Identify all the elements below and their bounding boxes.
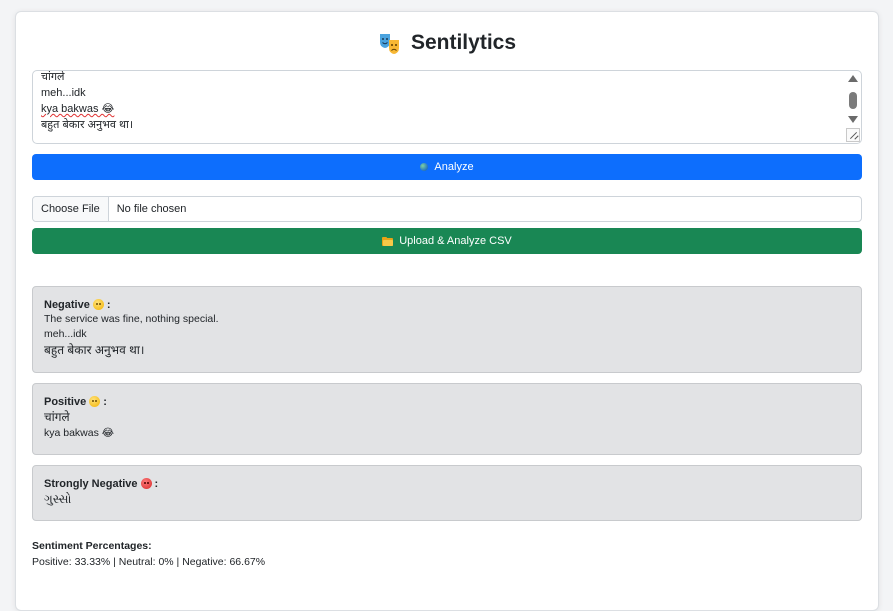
result-label: Positive [44, 395, 87, 408]
input-line-text: kya bakwas 😂 [41, 103, 115, 115]
app-title: Sentilytics [410, 31, 517, 54]
colon: : [103, 395, 107, 408]
colon: : [106, 298, 111, 311]
folder-icon [382, 236, 394, 246]
choose-file-button[interactable]: Choose File [33, 197, 109, 221]
result-heading: Strongly Negative : [44, 476, 850, 491]
result-strongly-negative: Strongly Negative : ગુસ્સો [32, 465, 862, 521]
input-line: बहुत बेकार अनुभव था। [41, 119, 134, 131]
text-input-area[interactable]: चांगले meh...idk kya bakwas 😂 बहुत बेकार… [32, 70, 862, 144]
csv-file-input[interactable]: Choose File No file chosen [32, 196, 862, 222]
neutral-face-icon [92, 299, 104, 310]
result-item: ગુસ્સો [44, 492, 72, 506]
app-header: Sentilytics [16, 30, 878, 56]
result-label: Negative [44, 298, 90, 311]
result-heading: Positive : [44, 394, 850, 409]
textarea-scrollbar[interactable] [845, 71, 861, 129]
result-negative: Negative : The service was fine, nothing… [32, 286, 862, 373]
result-item: meh...idk [44, 328, 87, 340]
resize-handle-icon[interactable] [846, 128, 860, 142]
colon: : [154, 477, 159, 490]
upload-button-label: Upload & Analyze CSV [399, 235, 512, 247]
angry-face-icon [140, 478, 152, 489]
main-card: Sentilytics चांगले meh...idk kya bakwas … [15, 11, 879, 611]
percentages-values: Positive: 33.33% | Neutral: 0% | Negativ… [32, 556, 266, 568]
scroll-up-arrow-icon[interactable] [848, 75, 858, 82]
result-item: चांगले [44, 410, 70, 424]
smile-face-icon [89, 396, 101, 407]
scroll-thumb[interactable] [849, 92, 857, 109]
globe-icon [420, 163, 429, 171]
result-item: बहुत बेकार अनुभव था। [44, 343, 145, 357]
result-item: kya bakwas 😂 [44, 427, 115, 439]
result-item: The service was fine, nothing special. [44, 313, 219, 325]
result-heading: Negative : [44, 297, 850, 312]
result-positive: Positive : चांगले kya bakwas 😂 [32, 383, 862, 455]
scroll-down-arrow-icon[interactable] [848, 116, 858, 123]
analyze-button[interactable]: Analyze [32, 154, 862, 180]
input-line: kya bakwas 😂 [41, 101, 133, 117]
input-line: चांगले [41, 71, 65, 83]
upload-analyze-csv-button[interactable]: Upload & Analyze CSV [32, 228, 862, 254]
percentages-title: Sentiment Percentages: [32, 540, 152, 552]
result-label: Strongly Negative [44, 477, 138, 490]
analyze-button-label: Analyze [434, 161, 474, 173]
file-status-text: No file chosen [116, 203, 187, 215]
input-line: meh...idk [41, 87, 86, 99]
sentiment-percentages: Sentiment Percentages: Positive: 33.33% … [32, 539, 265, 570]
theater-masks-icon [379, 34, 399, 54]
